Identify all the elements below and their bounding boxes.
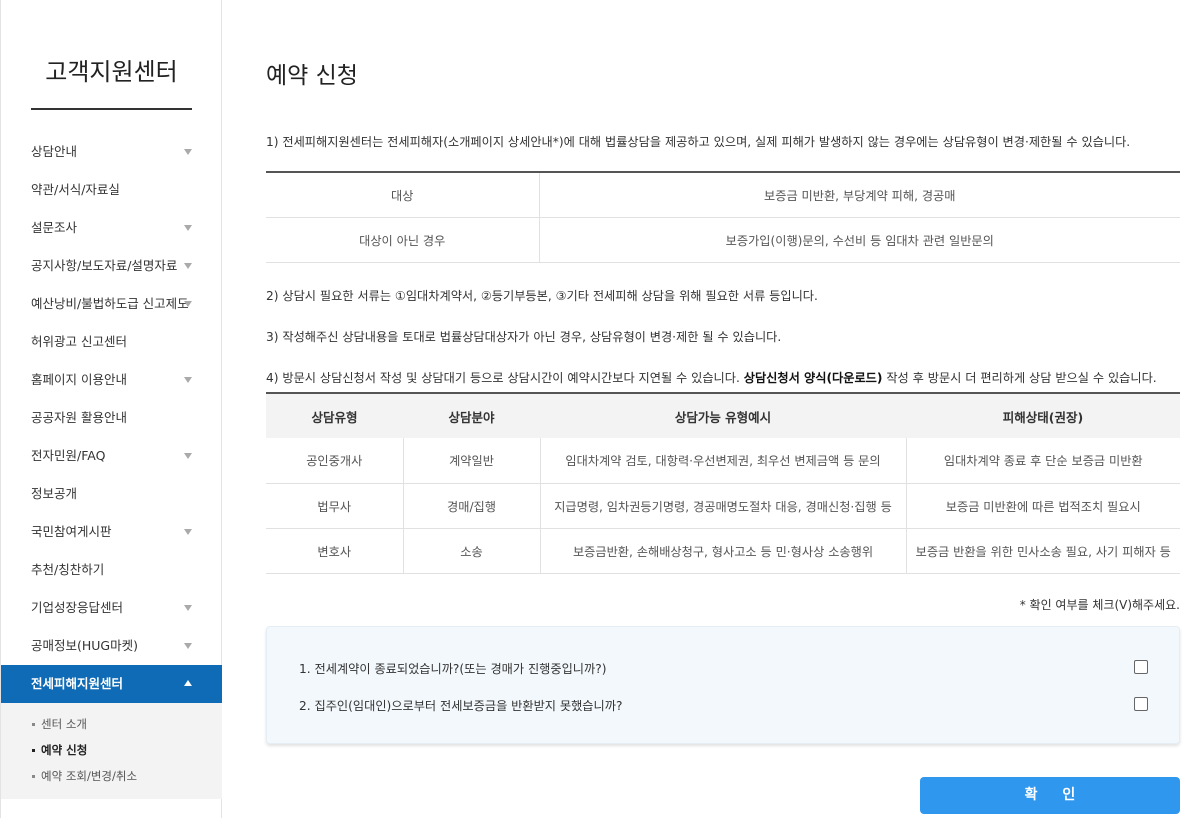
note-3: 3) 작성해주신 상담내용을 토대로 법률상담대상자가 아닌 경우, 상담유형이… — [266, 330, 782, 344]
note-4-text-end: 작성 후 방문시 더 편리하게 상담 받으실 수 있습니다. — [882, 371, 1157, 385]
sidebar-item-faq[interactable]: 전자민원/FAQ — [1, 437, 222, 475]
table-header: 상담가능 유형예시 — [540, 393, 906, 438]
table-cell: 보증금 미반환에 따른 법적조치 필요시 — [906, 483, 1180, 529]
table-cell: 법무사 — [266, 483, 404, 529]
table-row: 대상이 아닌 경우 보증가입(이행)문의, 수선비 등 임대차 관련 일반문의 — [266, 217, 1180, 263]
chevron-down-icon — [184, 263, 192, 269]
chevron-down-icon — [184, 149, 192, 155]
target-table: 대상 보증금 미반환, 부당계약 피해, 경공매 대상이 아닌 경우 보증가입(… — [266, 171, 1180, 263]
sidebar-item-label: 약관/서식/자료실 — [31, 182, 120, 197]
note-2: 2) 상담시 필요한 서류는 ①임대차계약서, ②등기부등본, ③기타 전세피해… — [266, 289, 818, 303]
question-1-checkbox[interactable] — [1134, 660, 1148, 674]
table-header: 피해상태(권장) — [906, 393, 1180, 438]
table-cell: 공인중개사 — [266, 438, 404, 484]
sidebar-item-label: 홈페이지 이용안내 — [31, 372, 127, 387]
table-row: 변호사 소송 보증금반환, 손해배상청구, 형사고소 등 민·형사상 소송행위 … — [266, 528, 1180, 574]
sidebar-item-survey[interactable]: 설문조사 — [1, 209, 222, 247]
sidebar-item-false-ad-report[interactable]: 허위광고 신고센터 — [1, 323, 222, 361]
sidebar-item-site-guide[interactable]: 홈페이지 이용안내 — [1, 361, 222, 399]
check-note: * 확인 여부를 체크(V)해주세요. — [1019, 598, 1180, 612]
sidebar-subitem-reservation[interactable]: 예약 신청 — [1, 737, 222, 763]
sidebar-item-label: 전자민원/FAQ — [31, 448, 106, 463]
table-cell: 변호사 — [266, 528, 404, 574]
sidebar-divider — [31, 108, 192, 110]
table-cell: 지급명령, 임차권등기명령, 경공매명도절차 대응, 경매신청·집행 등 — [540, 483, 907, 529]
sidebar-item-notices[interactable]: 공지사항/보도자료/설명자료 — [1, 247, 222, 285]
chevron-down-icon — [184, 605, 192, 611]
table-row: 공인중개사 계약일반 임대차계약 검토, 대항력·우선변제권, 최우선 변제금액… — [266, 438, 1180, 484]
confirmation-panel: 1. 전세계약이 종료되었습니까?(또는 경매가 진행중입니까?) 2. 집주인… — [266, 626, 1180, 744]
sidebar-item-consult-guide[interactable]: 상담안내 — [1, 133, 222, 171]
sidebar-item-label: 설문조사 — [31, 220, 78, 235]
question-2-checkbox[interactable] — [1134, 697, 1148, 711]
sidebar-item-business-center[interactable]: 기업성장응답센터 — [1, 589, 222, 627]
table-header: 상담분야 — [403, 393, 540, 438]
sidebar-item-label: 기업성장응답센터 — [31, 600, 124, 615]
sidebar-item-label: 추천/칭찬하기 — [31, 562, 105, 577]
sidebar-item-label: 상담안내 — [31, 144, 78, 159]
note-1: 1) 전세피해지원센터는 전세피해자(소개페이지 상세안내*)에 대해 법률상담… — [266, 135, 1131, 149]
chevron-down-icon — [184, 225, 192, 231]
sidebar-item-label: 허위광고 신고센터 — [31, 334, 127, 349]
table-row: 법무사 경매/집행 지급명령, 임차권등기명령, 경공매명도절차 대응, 경매신… — [266, 483, 1180, 529]
sidebar-submenu: 센터 소개 예약 신청 예약 조회/변경/취소 — [1, 703, 222, 799]
confirm-button[interactable]: 확 인 — [920, 777, 1180, 814]
table-cell: 보증금반환, 손해배상청구, 형사고소 등 민·형사상 소송행위 — [540, 528, 907, 574]
table-cell: 보증가입(이행)문의, 수선비 등 임대차 관련 일반문의 — [539, 217, 1180, 263]
table-header-row: 상담유형 상담분야 상담가능 유형예시 피해상태(권장) — [266, 393, 1180, 438]
chevron-down-icon — [184, 453, 192, 459]
sidebar-item-label: 예산낭비/불법하도급 신고제도 — [31, 296, 189, 311]
sidebar-item-praise[interactable]: 추천/칭찬하기 — [1, 551, 222, 589]
table-row: 대상 보증금 미반환, 부당계약 피해, 경공매 — [266, 172, 1180, 218]
sidebar-title: 고객지원센터 — [45, 58, 178, 86]
sidebar-item-label: 전세피해지원센터 — [31, 676, 124, 691]
table-cell: 임대차계약 종료 후 단순 보증금 미반환 — [906, 438, 1180, 484]
sidebar-item-label: 공지사항/보도자료/설명자료 — [31, 258, 178, 273]
note-4: 4) 방문시 상담신청서 작성 및 상담대기 등으로 상담시간이 예약시간보다 … — [266, 368, 1157, 386]
page-title: 예약 신청 — [266, 63, 358, 89]
sidebar-menu: 상담안내 약관/서식/자료실 설문조사 공지사항/보도자료/설명자료 예산낭비/… — [1, 133, 222, 799]
sidebar-item-label: 정보공개 — [31, 486, 78, 501]
question-1: 1. 전세계약이 종료되었습니까?(또는 경매가 진행중입니까?) — [299, 662, 607, 676]
chevron-up-icon — [184, 680, 192, 686]
sidebar-item-hug-market[interactable]: 공매정보(HUG마켓) — [1, 627, 222, 665]
table-cell: 대상 — [266, 172, 540, 218]
sidebar-item-public-board[interactable]: 국민참여게시판 — [1, 513, 222, 551]
sidebar-subitem-center-intro[interactable]: 센터 소개 — [1, 711, 222, 737]
consult-type-table: 상담유형 상담분야 상담가능 유형예시 피해상태(권장) 공인중개사 계약일반 … — [266, 392, 1180, 574]
sidebar-item-label: 공공자원 활용안내 — [31, 410, 127, 425]
table-cell: 대상이 아닌 경우 — [266, 217, 540, 263]
chevron-down-icon — [184, 529, 192, 535]
sidebar-item-label: 국민참여게시판 — [31, 524, 112, 539]
sidebar-item-disclosure[interactable]: 정보공개 — [1, 475, 222, 513]
sidebar-submenu-wrapper: 센터 소개 예약 신청 예약 조회/변경/취소 — [1, 703, 222, 799]
sidebar-item-label: 공매정보(HUG마켓) — [31, 638, 138, 653]
table-cell: 임대차계약 검토, 대항력·우선변제권, 최우선 변제금액 등 문의 — [540, 438, 907, 484]
sidebar-item-jeonse-center[interactable]: 전세피해지원센터 — [1, 665, 222, 703]
table-header: 상담유형 — [266, 393, 403, 438]
chevron-down-icon — [184, 377, 192, 383]
table-cell: 소송 — [403, 528, 541, 574]
sidebar-item-budget-report[interactable]: 예산낭비/불법하도급 신고제도 — [1, 285, 222, 323]
note-4-text: 4) 방문시 상담신청서 작성 및 상담대기 등으로 상담시간이 예약시간보다 … — [266, 371, 744, 385]
table-cell: 경매/집행 — [403, 483, 541, 529]
sidebar-item-terms-forms[interactable]: 약관/서식/자료실 — [1, 171, 222, 209]
table-cell: 보증금 반환을 위한 민사소송 필요, 사기 피해자 등 — [906, 528, 1180, 574]
table-cell: 보증금 미반환, 부당계약 피해, 경공매 — [539, 172, 1180, 218]
sidebar-subitem-reservation-lookup[interactable]: 예약 조회/변경/취소 — [1, 763, 222, 789]
chevron-down-icon — [184, 643, 192, 649]
table-cell: 계약일반 — [403, 438, 541, 484]
chevron-down-icon — [184, 301, 192, 307]
form-download-link[interactable]: 상담신청서 양식(다운로드) — [744, 371, 883, 385]
sidebar: 고객지원센터 상담안내 약관/서식/자료실 설문조사 공지사항/보도자료/설명자… — [0, 0, 222, 818]
sidebar-item-public-resources[interactable]: 공공자원 활용안내 — [1, 399, 222, 437]
question-2: 2. 집주인(임대인)으로부터 전세보증금을 반환받지 못했습니까? — [299, 699, 623, 713]
